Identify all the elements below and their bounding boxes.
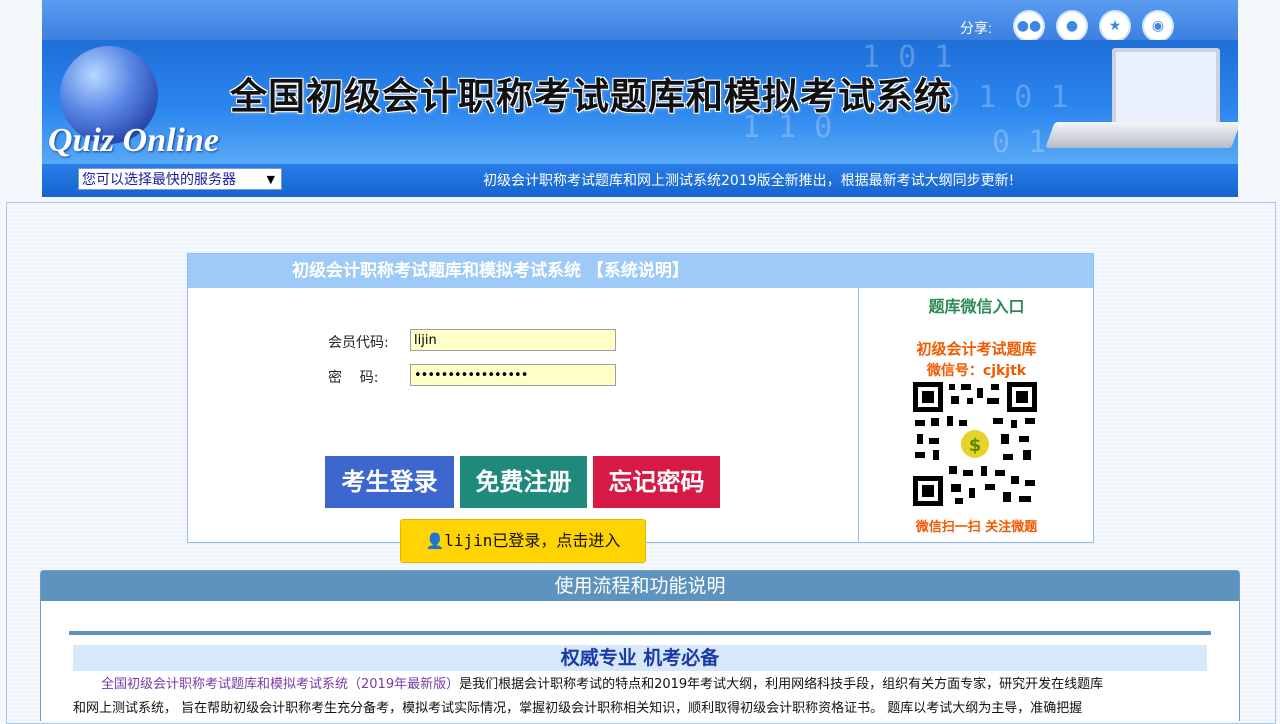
- password-label: 密 码:: [328, 370, 379, 386]
- brand-text: Quiz Online: [48, 122, 219, 159]
- login-form: 会员代码: lijin 密 码: ••••••••••••••••• 考生登录 …: [188, 288, 858, 563]
- wechat-account: 微信号：cjkjtk: [926, 363, 1027, 379]
- qzone-icon[interactable]: ★: [1101, 12, 1129, 40]
- usage-header: 使用流程和功能说明: [41, 571, 1239, 601]
- share-label: 分享:: [960, 20, 992, 36]
- weibo-icon[interactable]: ◉: [1144, 12, 1172, 40]
- register-button[interactable]: 免费注册: [460, 456, 587, 508]
- enter-button-label: lijin已登录，点击进入: [444, 531, 621, 550]
- notice-bar: 您可以选择最快的服务器 ▼ 初级会计职称考试题库和网上测试系统2019版全新推出…: [42, 164, 1238, 197]
- usage-highlight: 全国初级会计职称考试题库和模拟考试系统（2019年最新版）: [101, 677, 460, 692]
- wechat-title: 题库微信入口: [928, 297, 1025, 316]
- server-select-value: 您可以选择最快的服务器: [82, 172, 236, 188]
- wechat-panel: 题库微信入口 初级会计考试题库 微信号：cjkjtk $ 微信扫一扫 关注微题: [858, 288, 1094, 542]
- banner: 1 0 1 0 1 0 1 1 1 0 0 1 Quiz Online 全国初级…: [42, 40, 1238, 164]
- enter-system-button[interactable]: 👤lijin已登录，点击进入: [400, 519, 646, 563]
- usage-section: 使用流程和功能说明 权威专业 机考必备 全国初级会计职称考试题库和模拟考试系统（…: [40, 570, 1240, 721]
- qq-icon[interactable]: ●: [1058, 12, 1086, 40]
- forgot-password-button[interactable]: 忘记密码: [593, 456, 720, 508]
- site-header: 分享: ●● ● ★ ◉ 1 0 1 0 1 0 1 1 1 0 0 1 Qui…: [42, 0, 1238, 197]
- usage-paragraph-line1: 全国初级会计职称考试题库和模拟考试系统（2019年最新版）是我们根据会计职称考试…: [73, 673, 1207, 692]
- laptop-icon: [1112, 48, 1220, 128]
- login-panel: 初级会计职称考试题库和模拟考试系统 【系统说明】 会员代码: lijin 密 码…: [187, 253, 1094, 563]
- divider: [69, 631, 1211, 635]
- laptop-base: [1045, 122, 1238, 148]
- password-input[interactable]: •••••••••••••••••: [410, 364, 616, 386]
- login-title-text: 初级会计职称考试题库和模拟考试系统 【系统说明】: [292, 261, 689, 281]
- usage-line1-rest: 是我们根据会计职称考试的特点和2019年考试大纲，利用网络科技手段，组织有关方面…: [459, 677, 1104, 692]
- member-code-input[interactable]: lijin: [410, 329, 616, 351]
- user-icon: 👤: [425, 532, 445, 550]
- wechat-name: 初级会计考试题库: [916, 340, 1037, 358]
- marquee-notice: 初级会计职称考试题库和网上测试系统2019版全新推出，根据最新考试大纲同步更新!: [483, 173, 1015, 189]
- banner-title: 全国初级会计职称考试题库和模拟考试系统: [230, 75, 952, 118]
- wechat-icon[interactable]: ●●: [1015, 12, 1043, 40]
- member-code-label: 会员代码:: [328, 335, 389, 351]
- chevron-down-icon: ▼: [266, 173, 275, 186]
- wechat-caption: 微信扫一扫 关注微题: [915, 520, 1038, 535]
- login-panel-title: 初级会计职称考试题库和模拟考试系统 【系统说明】: [188, 254, 1093, 288]
- qr-code-icon: $: [911, 380, 1039, 508]
- login-button[interactable]: 考生登录: [325, 456, 454, 508]
- top-bar: 分享: ●● ● ★ ◉: [42, 0, 1238, 40]
- usage-subtitle: 权威专业 机考必备: [73, 645, 1207, 671]
- usage-paragraph-line2: 和网上测试系统， 旨在帮助初级会计职称考生充分备考，模拟考试实际情况，掌握初级会…: [73, 701, 1083, 716]
- server-select[interactable]: 您可以选择最快的服务器 ▼: [78, 168, 282, 190]
- svg-text:$: $: [969, 435, 982, 456]
